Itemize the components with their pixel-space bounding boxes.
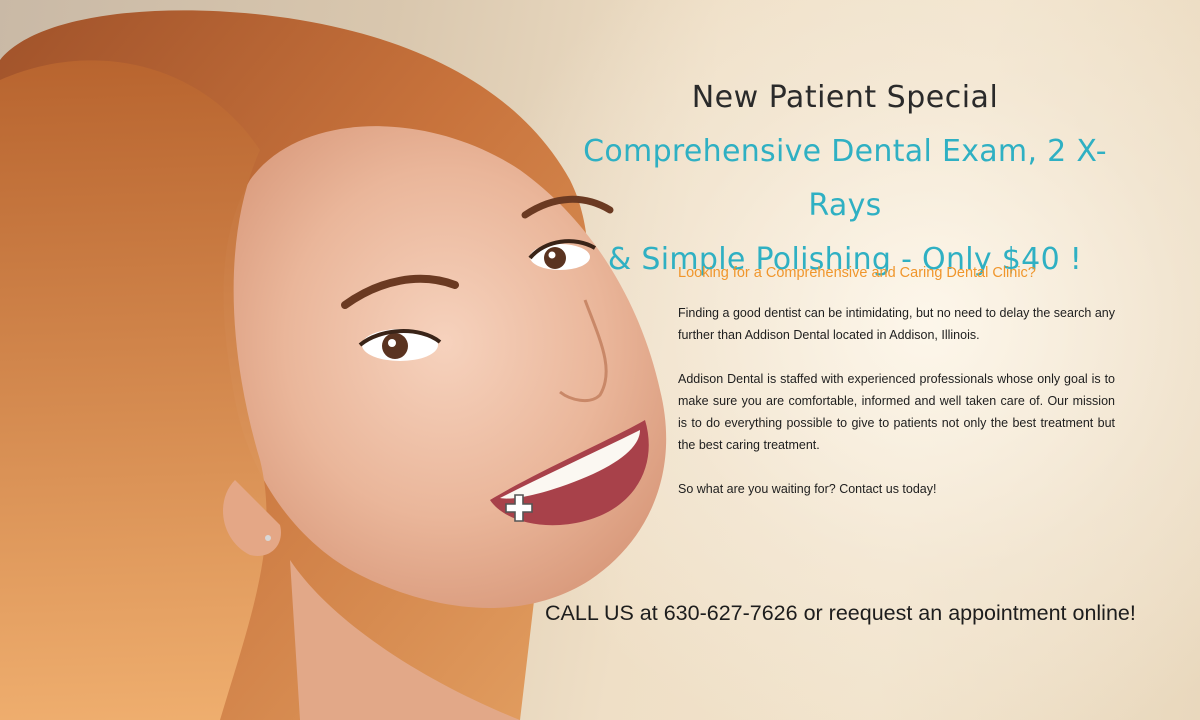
body-paragraph-1: Finding a good dentist can be intimidati… (678, 306, 1115, 342)
crosshair-plus-icon (505, 494, 533, 522)
promo-headline: New Patient Special Comprehensive Dental… (560, 80, 1130, 287)
promo-banner: New Patient Special Comprehensive Dental… (0, 0, 1200, 720)
offer-line-1: Comprehensive Dental Exam, 2 X-Rays (583, 134, 1107, 223)
body-copy: Looking for a Comprehensive and Caring D… (678, 262, 1115, 522)
body-paragraph-3: So what are you waiting for? Contact us … (678, 482, 937, 496)
call-to-action[interactable]: CALL US at 630-627-7626 or reequest an a… (545, 601, 1165, 626)
body-paragraph-2: Addison Dental is staffed with experienc… (678, 372, 1115, 452)
promo-kicker: New Patient Special (691, 80, 999, 115)
body-question: Looking for a Comprehensive and Caring D… (678, 265, 1036, 281)
